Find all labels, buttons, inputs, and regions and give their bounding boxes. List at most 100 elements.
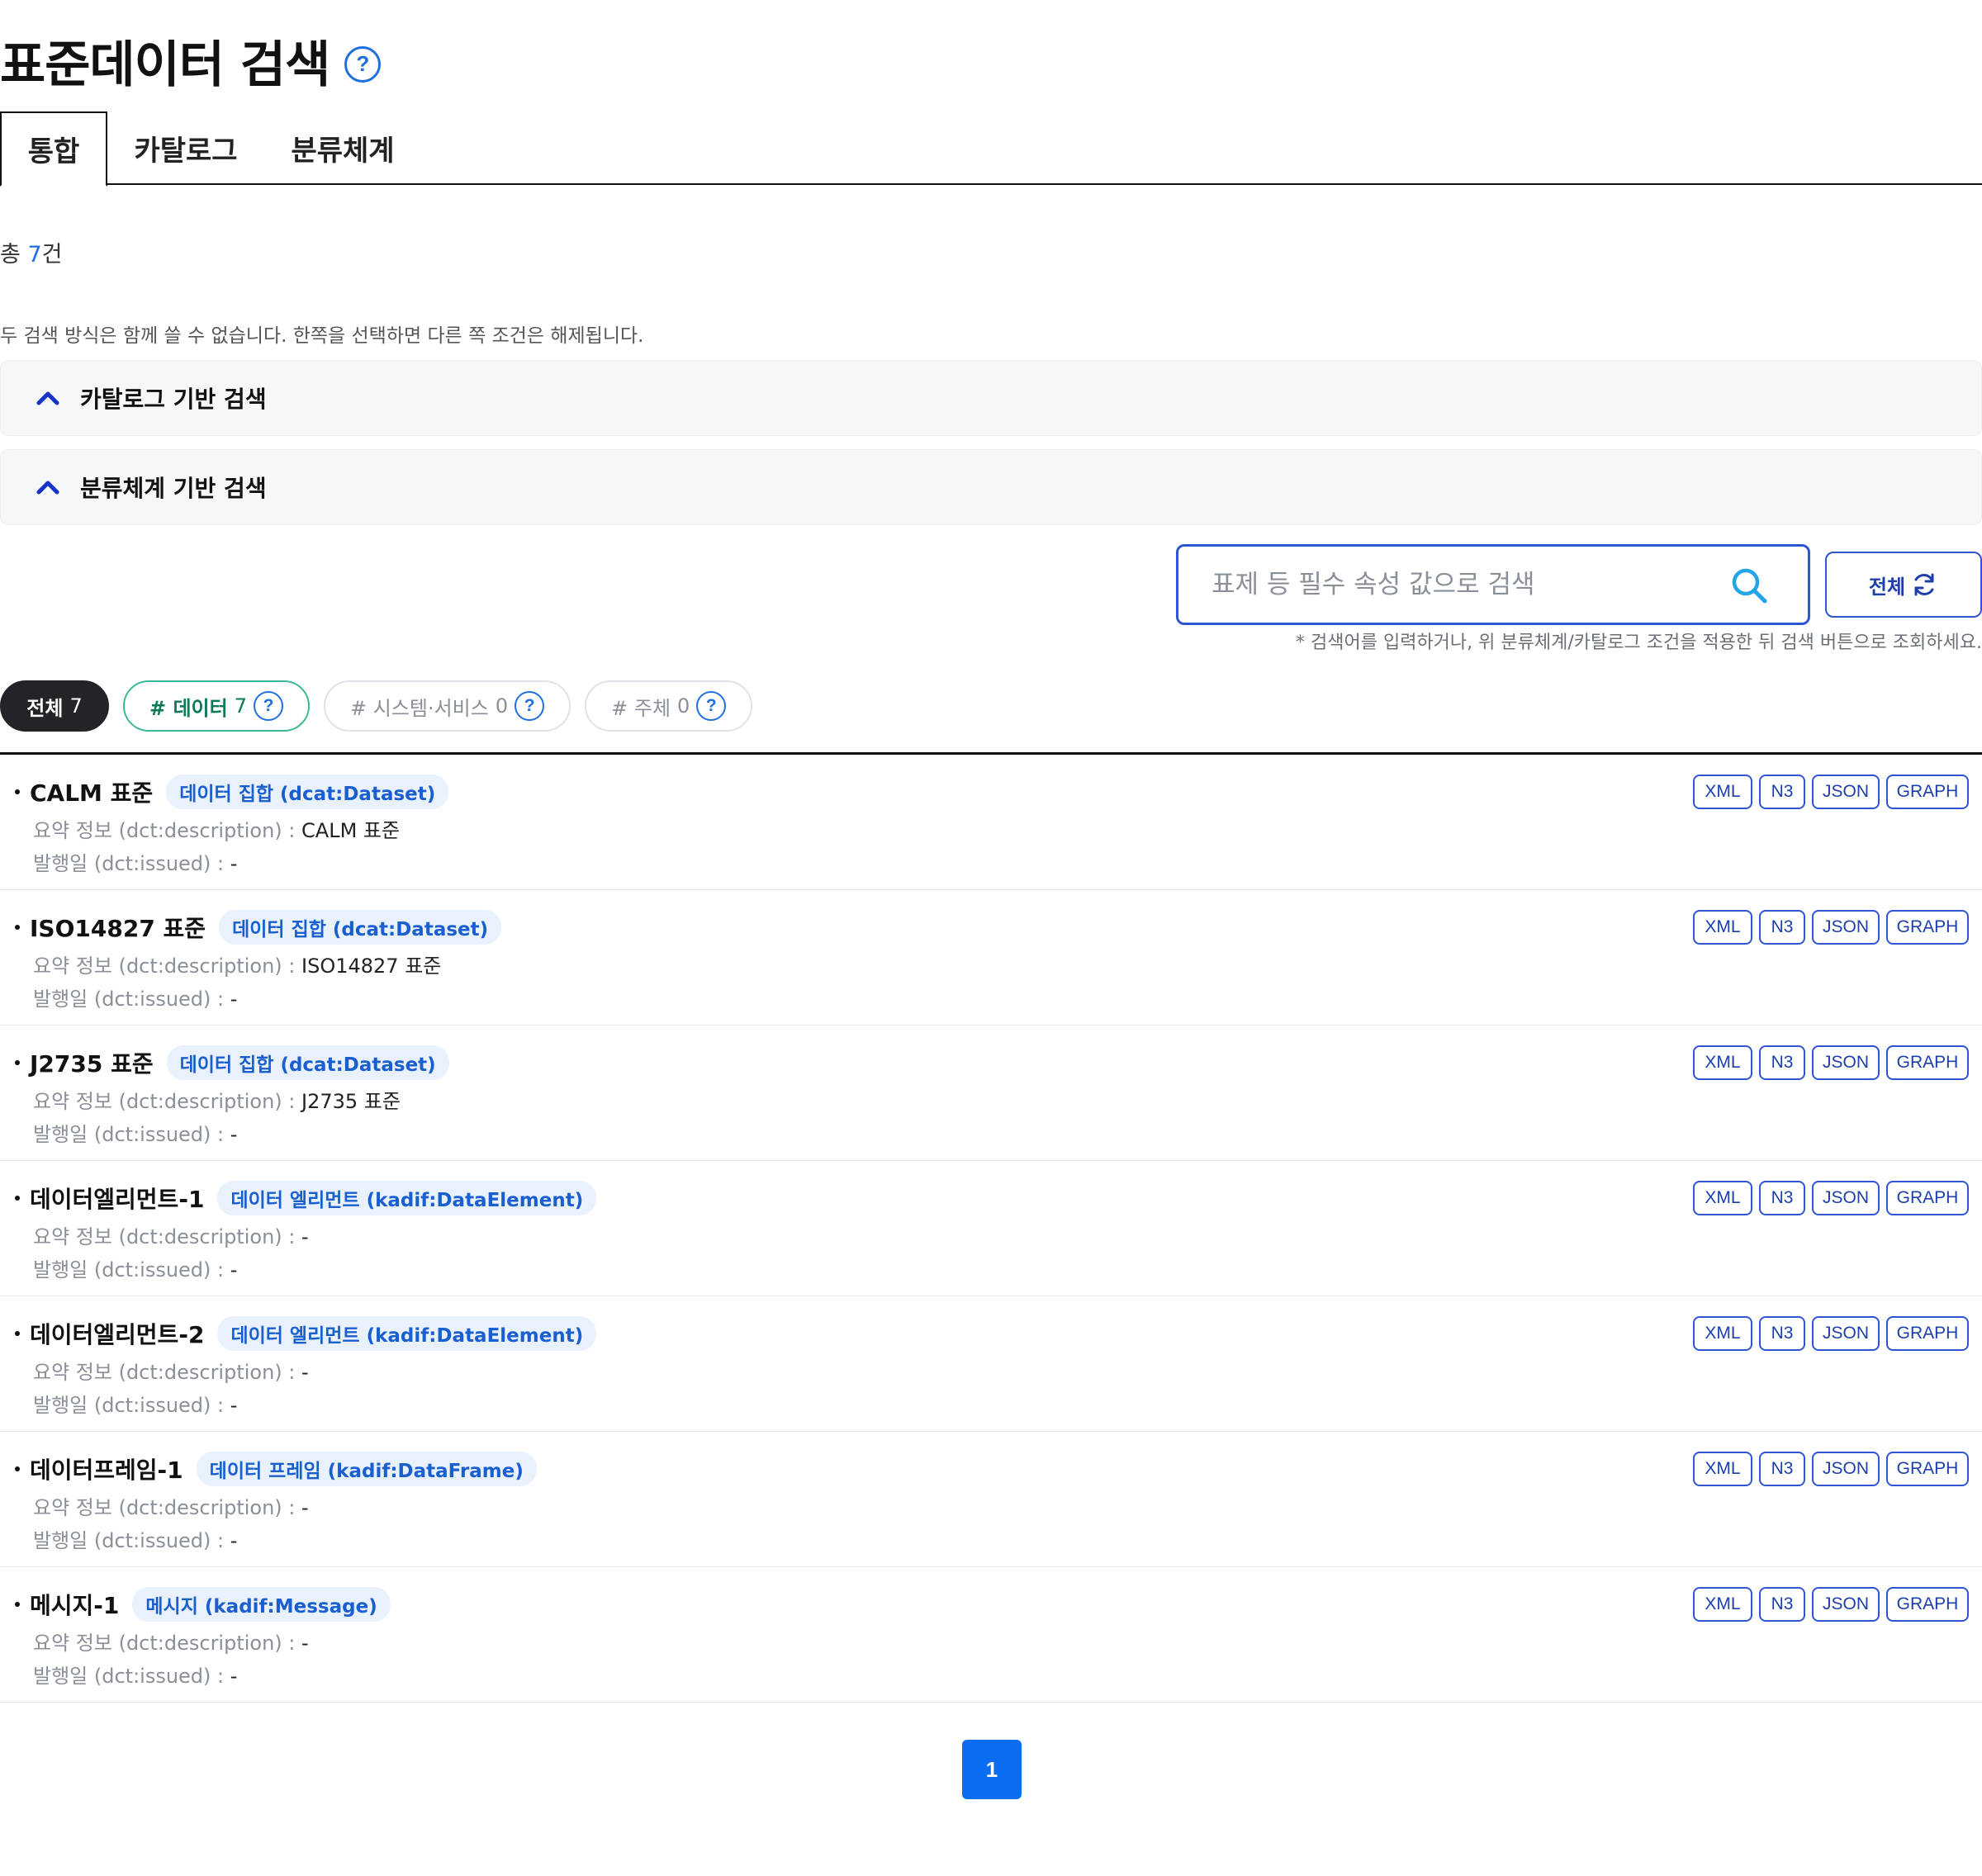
chevron-up-icon (36, 391, 59, 405)
help-icon[interactable]: ? (254, 691, 283, 721)
n3-button[interactable]: N3 (1759, 910, 1805, 945)
bullet-icon (15, 1331, 20, 1336)
search-hint: * 검색어를 입력하거나, 위 분류체계/카탈로그 조건을 적용한 뒤 검색 버… (1296, 632, 1982, 653)
xml-button[interactable]: XML (1693, 1587, 1752, 1622)
result-description: 요약 정보 (dct:description) : J2735 표준 (33, 1085, 401, 1114)
category-filters: 전체 7 # 데이터 7 ? # 시스템·서비스 0 ? # 주체 0 ? (0, 680, 766, 732)
meta-value: J2735 표준 (301, 1090, 401, 1113)
accordion-label: 분류체계 기반 검색 (80, 475, 267, 502)
pagination: 1 (962, 1740, 1022, 1799)
meta-label: 요약 정보 (dct:description) : (33, 819, 302, 842)
n3-button[interactable]: N3 (1759, 1045, 1805, 1080)
page-header: 표준데이터 검색 ? (0, 25, 382, 97)
meta-label: 요약 정보 (dct:description) : (33, 1225, 302, 1248)
graph-button[interactable]: GRAPH (1886, 775, 1969, 809)
result-issued: 발행일 (dct:issued) : - (33, 1389, 237, 1418)
result-issued: 발행일 (dct:issued) : - (33, 1660, 237, 1689)
search-input[interactable] (1211, 570, 1707, 599)
json-button[interactable]: JSON (1812, 1452, 1880, 1486)
graph-button[interactable]: GRAPH (1886, 1452, 1969, 1486)
xml-button[interactable]: XML (1693, 910, 1752, 945)
result-title[interactable]: 데이터엘리먼트-2 (30, 1317, 204, 1350)
result-title-line: 데이터엘리먼트-1 데이터 엘리먼트 (kadif:DataElement) (15, 1181, 597, 1215)
xml-button[interactable]: XML (1693, 1316, 1752, 1351)
type-badge: 데이터 집합 (dcat:Dataset) (219, 910, 502, 945)
tab-classification[interactable]: 분류체계 (264, 111, 421, 185)
meta-label: 발행일 (dct:issued) : (33, 1123, 230, 1146)
search-icon[interactable] (1728, 565, 1770, 606)
xml-button[interactable]: XML (1693, 775, 1752, 809)
result-title-line: 메시지-1 메시지 (kadif:Message) (15, 1587, 391, 1622)
graph-button[interactable]: GRAPH (1886, 1316, 1969, 1351)
reset-all-button[interactable]: 전체 (1825, 552, 1982, 618)
format-buttons: XML N3 JSON GRAPH (1686, 910, 1969, 945)
tab-integrated[interactable]: 통합 (0, 111, 107, 187)
result-issued: 발행일 (dct:issued) : - (33, 1524, 237, 1553)
type-badge: 데이터 엘리먼트 (kadif:DataElement) (217, 1316, 597, 1351)
help-icon[interactable]: ? (696, 691, 727, 721)
json-button[interactable]: JSON (1812, 775, 1880, 809)
graph-button[interactable]: GRAPH (1886, 1587, 1969, 1622)
json-button[interactable]: JSON (1812, 1587, 1880, 1622)
json-button[interactable]: JSON (1812, 1045, 1880, 1080)
result-row: 데이터프레임-1 데이터 프레임 (kadif:DataFrame) 요약 정보 (… (0, 1432, 1982, 1567)
n3-button[interactable]: N3 (1759, 1452, 1805, 1486)
bullet-icon (15, 1196, 20, 1201)
result-title[interactable]: 메시지-1 (30, 1588, 119, 1621)
meta-value: - (230, 1529, 238, 1552)
tab-catalog[interactable]: 카탈로그 (107, 111, 264, 185)
help-icon[interactable]: ? (344, 45, 382, 83)
type-badge: 데이터 집합 (dcat:Dataset) (166, 1045, 449, 1080)
format-buttons: XML N3 JSON GRAPH (1686, 1045, 1969, 1080)
json-button[interactable]: JSON (1812, 910, 1880, 945)
filter-chip-all[interactable]: 전체 7 (0, 680, 109, 732)
meta-label: 발행일 (dct:issued) : (33, 1258, 230, 1281)
xml-button[interactable]: XML (1693, 1452, 1752, 1486)
meta-label: 발행일 (dct:issued) : (33, 1529, 230, 1552)
filter-chip-subject[interactable]: # 주체 0 ? (585, 680, 753, 732)
n3-button[interactable]: N3 (1759, 775, 1805, 809)
meta-label: 발행일 (dct:issued) : (33, 1394, 230, 1417)
result-issued: 발행일 (dct:issued) : - (33, 983, 237, 1011)
result-row: 데이터엘리먼트-1 데이터 엘리먼트 (kadif:DataElement) 요약 … (0, 1161, 1982, 1296)
result-title[interactable]: J2735 표준 (30, 1046, 154, 1079)
format-buttons: XML N3 JSON GRAPH (1686, 1452, 1969, 1486)
catalog-search-accordion[interactable]: 카탈로그 기반 검색 (0, 360, 1982, 436)
chip-count: 7 (234, 694, 247, 718)
classification-search-accordion[interactable]: 분류체계 기반 검색 (0, 449, 1982, 525)
results-list: CALM 표준데이터 집합 (dcat:Dataset) 요약 정보 (dct:d… (0, 752, 1982, 1703)
format-buttons: XML N3 JSON GRAPH (1686, 1181, 1969, 1215)
bullet-icon (15, 1602, 20, 1607)
result-title[interactable]: ISO14827 표준 (30, 911, 206, 944)
n3-button[interactable]: N3 (1759, 1316, 1805, 1351)
meta-value: - (301, 1496, 309, 1519)
bullet-icon (15, 789, 20, 794)
result-description: 요약 정보 (dct:description) : CALM 표준 (33, 814, 400, 843)
result-title[interactable]: 데이터엘리먼트-1 (30, 1182, 204, 1215)
format-buttons: XML N3 JSON GRAPH (1686, 1587, 1969, 1622)
meta-value: - (230, 1123, 238, 1146)
graph-button[interactable]: GRAPH (1886, 910, 1969, 945)
meta-label: 요약 정보 (dct:description) : (33, 1632, 302, 1655)
chip-label: # 주체 (611, 696, 671, 720)
page-button-current[interactable]: 1 (962, 1740, 1022, 1799)
result-title-line: J2735 표준 데이터 집합 (dcat:Dataset) (15, 1045, 449, 1080)
result-title[interactable]: 데이터프레임-1 (30, 1452, 183, 1485)
xml-button[interactable]: XML (1693, 1181, 1752, 1215)
result-row: J2735 표준 데이터 집합 (dcat:Dataset) 요약 정보 (dct:… (0, 1026, 1982, 1161)
result-title[interactable]: CALM 표준 (30, 775, 153, 808)
bullet-icon (15, 925, 20, 930)
graph-button[interactable]: GRAPH (1886, 1181, 1969, 1215)
xml-button[interactable]: XML (1693, 1045, 1752, 1080)
json-button[interactable]: JSON (1812, 1316, 1880, 1351)
result-title-line: ISO14827 표준 데이터 집합 (dcat:Dataset) (15, 910, 502, 945)
graph-button[interactable]: GRAPH (1886, 1045, 1969, 1080)
filter-chip-system-service[interactable]: # 시스템·서비스 0 ? (324, 680, 571, 732)
format-buttons: XML N3 JSON GRAPH (1686, 775, 1969, 809)
n3-button[interactable]: N3 (1759, 1587, 1805, 1622)
help-icon[interactable]: ? (514, 691, 545, 721)
filter-chip-data[interactable]: # 데이터 7 ? (123, 680, 310, 732)
result-title-line: 데이터프레임-1 데이터 프레임 (kadif:DataFrame) (15, 1452, 537, 1486)
json-button[interactable]: JSON (1812, 1181, 1880, 1215)
n3-button[interactable]: N3 (1759, 1181, 1805, 1215)
